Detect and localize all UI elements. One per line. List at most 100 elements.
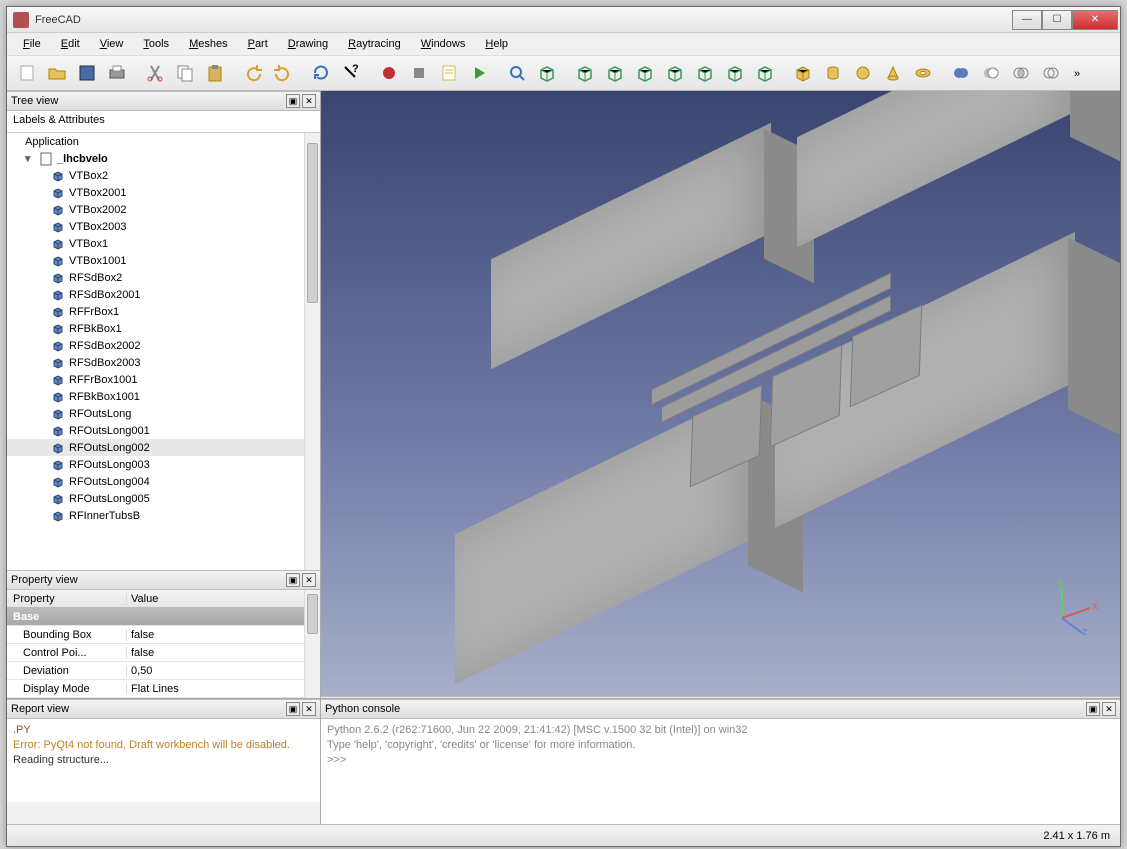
iso3-button[interactable] (631, 59, 659, 87)
tree-item-RFOutsLong004[interactable]: RFOutsLong004 (7, 473, 320, 490)
report-view-header[interactable]: Report view ▣ ✕ (7, 699, 320, 719)
record-button[interactable] (375, 59, 403, 87)
csg-union-button[interactable] (947, 59, 975, 87)
tree-item-RFBkBox1[interactable]: RFBkBox1 (7, 320, 320, 337)
open-button[interactable] (43, 59, 71, 87)
refresh-button[interactable] (307, 59, 335, 87)
tree-item-VTBox2001[interactable]: VTBox2001 (7, 184, 320, 201)
tree-item-RFOutsLong003[interactable]: RFOutsLong003 (7, 456, 320, 473)
stop-button[interactable] (405, 59, 433, 87)
tree-document[interactable]: ▾_lhcbvelo (7, 150, 320, 167)
sphere-button[interactable] (849, 59, 877, 87)
box-button[interactable] (533, 59, 561, 87)
menu-part[interactable]: Part (240, 36, 276, 52)
tree-item-VTBox2003[interactable]: VTBox2003 (7, 218, 320, 235)
prop-float-button[interactable]: ▣ (286, 573, 300, 587)
report-console[interactable]: .PYError: PyQt4 not found, Draft workben… (7, 719, 320, 802)
minimize-button[interactable]: — (1012, 10, 1042, 30)
whatsthis-button[interactable]: ? (337, 59, 365, 87)
cut-button[interactable] (141, 59, 169, 87)
new-file-button[interactable] (13, 59, 41, 87)
menu-windows[interactable]: Windows (413, 36, 474, 52)
tree-item-RFOutsLong[interactable]: RFOutsLong (7, 405, 320, 422)
tree-view[interactable]: Application▾_lhcbveloVTBox2VTBox2001VTBo… (7, 133, 320, 570)
menu-help[interactable]: Help (477, 36, 516, 52)
property-row[interactable]: Bounding Boxfalse (7, 626, 320, 644)
menu-raytracing[interactable]: Raytracing (340, 36, 409, 52)
iso4-button[interactable] (661, 59, 689, 87)
notepad-button[interactable] (435, 59, 463, 87)
property-view-header[interactable]: Property view ▣ ✕ (7, 570, 320, 590)
python-console-header[interactable]: Python console ▣ ✕ (321, 699, 1120, 719)
python-console[interactable]: Python 2.6.2 (r262:71600, Jun 22 2009, 2… (321, 719, 1120, 802)
titlebar[interactable]: FreeCAD — ☐ ✕ (7, 7, 1120, 33)
paste-button[interactable] (201, 59, 229, 87)
3d-viewport[interactable]: y x z (321, 91, 1120, 696)
iso1-button[interactable] (571, 59, 599, 87)
torus-button[interactable] (909, 59, 937, 87)
scrollbar-thumb[interactable] (307, 594, 318, 634)
iso2-button[interactable] (601, 59, 629, 87)
tree-item-VTBox1001[interactable]: VTBox1001 (7, 252, 320, 269)
play-button[interactable] (465, 59, 493, 87)
undo-button[interactable] (239, 59, 267, 87)
print-button[interactable] (103, 59, 131, 87)
tree-item-VTBox2002[interactable]: VTBox2002 (7, 201, 320, 218)
csg-cut-button[interactable] (977, 59, 1005, 87)
tree-item-VTBox1[interactable]: VTBox1 (7, 235, 320, 252)
tree-item-RFOutsLong005[interactable]: RFOutsLong005 (7, 490, 320, 507)
tree-filter[interactable]: Labels & Attributes (7, 111, 320, 133)
close-button[interactable]: ✕ (1072, 10, 1118, 30)
iso7-button[interactable] (751, 59, 779, 87)
tree-item-VTBox2[interactable]: VTBox2 (7, 167, 320, 184)
tree-item-RFSdBox2[interactable]: RFSdBox2 (7, 269, 320, 286)
menu-view[interactable]: View (92, 36, 132, 52)
tree-item-RFFrBox1001[interactable]: RFFrBox1001 (7, 371, 320, 388)
csg-common-button[interactable] (1007, 59, 1035, 87)
tree-item-RFOutsLong001[interactable]: RFOutsLong001 (7, 422, 320, 439)
copy-button[interactable] (171, 59, 199, 87)
cone-button[interactable] (879, 59, 907, 87)
cube-button[interactable] (789, 59, 817, 87)
property-row[interactable]: Control Poi...false (7, 644, 320, 662)
tree-scrollbar[interactable] (304, 133, 320, 570)
iso6-button[interactable] (721, 59, 749, 87)
python-close-button[interactable]: ✕ (1102, 702, 1116, 716)
tree-item-RFOutsLong002[interactable]: RFOutsLong002 (7, 439, 320, 456)
csg-section-button[interactable] (1037, 59, 1065, 87)
axes-gizmo[interactable]: y x z (1042, 578, 1102, 638)
tree-item-RFSdBox2001[interactable]: RFSdBox2001 (7, 286, 320, 303)
prop-scrollbar[interactable] (304, 590, 320, 698)
property-group-base[interactable]: Base (7, 608, 320, 626)
property-row[interactable]: Display ModeFlat Lines (7, 680, 320, 698)
tree-view-header[interactable]: Tree view ▣ ✕ (7, 91, 320, 111)
property-grid[interactable]: Property Value Base Bounding BoxfalseCon… (7, 590, 320, 698)
menubar[interactable]: FileEditViewToolsMeshesPartDrawingRaytra… (7, 33, 1120, 55)
tree-item-RFSdBox2003[interactable]: RFSdBox2003 (7, 354, 320, 371)
maximize-button[interactable]: ☐ (1042, 10, 1072, 30)
tree-item-RFInnerTubsB[interactable]: RFInnerTubsB (7, 507, 320, 524)
redo-button[interactable] (269, 59, 297, 87)
menu-tools[interactable]: Tools (135, 36, 177, 52)
tree-item-RFBkBox1001[interactable]: RFBkBox1001 (7, 388, 320, 405)
save-button[interactable] (73, 59, 101, 87)
tree-item-RFFrBox1[interactable]: RFFrBox1 (7, 303, 320, 320)
tree-close-button[interactable]: ✕ (302, 94, 316, 108)
zoom-button[interactable] (503, 59, 531, 87)
menu-meshes[interactable]: Meshes (181, 36, 236, 52)
iso5-button[interactable] (691, 59, 719, 87)
tree-float-button[interactable]: ▣ (286, 94, 300, 108)
report-float-button[interactable]: ▣ (286, 702, 300, 716)
menu-file[interactable]: File (15, 36, 49, 52)
python-float-button[interactable]: ▣ (1086, 702, 1100, 716)
more-button[interactable]: » (1067, 59, 1095, 87)
tree-item-RFSdBox2002[interactable]: RFSdBox2002 (7, 337, 320, 354)
property-row[interactable]: Deviation0,50 (7, 662, 320, 680)
toolbar[interactable]: ?» (7, 55, 1120, 91)
prop-close-button[interactable]: ✕ (302, 573, 316, 587)
menu-drawing[interactable]: Drawing (280, 36, 336, 52)
cylinder-button[interactable] (819, 59, 847, 87)
scrollbar-thumb[interactable] (307, 143, 318, 303)
report-close-button[interactable]: ✕ (302, 702, 316, 716)
tree-root[interactable]: Application (7, 133, 320, 150)
